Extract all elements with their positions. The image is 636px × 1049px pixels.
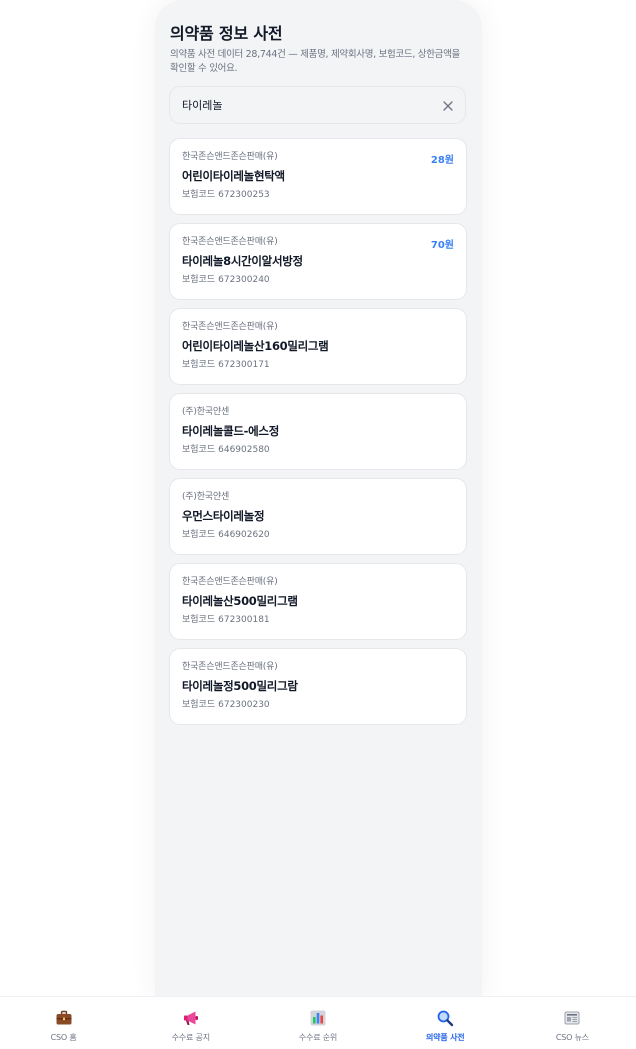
insurance-code: 672300181 xyxy=(218,615,270,625)
insurance-code-label: 보험코드 xyxy=(182,700,216,710)
price-badge: 70원 xyxy=(430,240,454,251)
nav-label: 수수료 순위 xyxy=(298,1033,338,1042)
result-card[interactable]: (주)한국얀센 타이레놀콜드-에스정 보험코드 646902580 xyxy=(169,393,467,470)
insurance-code: 646902580 xyxy=(218,445,270,455)
newspaper-icon xyxy=(564,1011,580,1025)
drug-name: 어린이타이레놀산160밀리그램 xyxy=(182,339,329,353)
drug-name: 어린이타이레놀현탁액 xyxy=(182,169,285,183)
bar-chart-icon xyxy=(310,1010,326,1026)
drug-name: 타이레놀8시간이알서방정 xyxy=(182,254,303,268)
insurance-code: 672300240 xyxy=(218,275,270,285)
clear-search-button[interactable] xyxy=(441,98,455,112)
insurance-code-label: 보험코드 xyxy=(182,445,216,455)
manufacturer-name: 한국존슨앤드존슨판매(유) xyxy=(182,662,278,672)
nav-item-commission-ranking[interactable]: 수수료 순위 xyxy=(254,997,381,1049)
result-card[interactable]: (주)한국얀센 우먼스타이레놀정 보험코드 646902620 xyxy=(169,478,467,555)
drug-name: 타이레놀정500밀리그람 xyxy=(182,679,298,693)
result-card[interactable]: 한국존슨앤드존슨판매(유) 타이레놀산500밀리그램 보험코드 672300181 xyxy=(169,563,467,640)
result-card[interactable]: 한국존슨앤드존슨판매(유) 70원 타이레놀8시간이알서방정 보험코드 67230… xyxy=(169,223,467,300)
magnifier-icon xyxy=(437,1010,454,1027)
nav-item-cso-home[interactable]: CSO 홈 xyxy=(0,997,127,1049)
manufacturer-name: 한국존슨앤드존슨판매(유) xyxy=(182,152,278,162)
page-title: 의약품 정보 사전 xyxy=(170,24,283,43)
nav-label: 의약품 사전 xyxy=(426,1033,465,1042)
drug-name: 타이레놀산500밀리그램 xyxy=(182,594,298,608)
nav-label: CSO 뉴스 xyxy=(555,1033,589,1042)
insurance-code-label: 보험코드 xyxy=(182,360,216,370)
insurance-code-label: 보험코드 xyxy=(182,275,216,285)
drug-name: 우먼스타이레놀정 xyxy=(182,509,265,523)
nav-item-commission-notice[interactable]: 수수료 공지 xyxy=(127,997,254,1049)
result-list: 한국존슨앤드존슨판매(유) 28원 어린이타이레놀현탁액 보험코드 6723002… xyxy=(169,138,467,733)
insurance-code: 672300253 xyxy=(218,190,270,200)
insurance-code: 672300171 xyxy=(218,360,270,370)
manufacturer-name: 한국존슨앤드존슨판매(유) xyxy=(182,577,278,587)
bottom-nav: CSO 홈 수수료 공지 수수료 순위 의약품 사전 CSO 뉴스 xyxy=(0,996,636,1049)
manufacturer-name: (주)한국얀센 xyxy=(182,407,230,417)
briefcase-icon xyxy=(56,1010,72,1025)
insurance-code-label: 보험코드 xyxy=(182,530,216,540)
insurance-code-label: 보험코드 xyxy=(182,615,216,625)
search-box xyxy=(169,86,466,124)
close-icon xyxy=(443,101,453,111)
nav-item-cso-news[interactable]: CSO 뉴스 xyxy=(509,997,636,1049)
result-card[interactable]: 한국존슨앤드존슨판매(유) 타이레놀정500밀리그람 보험코드 672300230 xyxy=(169,648,467,725)
manufacturer-name: (주)한국얀센 xyxy=(182,492,230,502)
nav-label: CSO 홈 xyxy=(50,1033,77,1042)
page-description: 의약품 사전 데이터 28,744건 — 제품명, 제약회사명, 보험코드, 상… xyxy=(170,49,460,74)
result-card[interactable]: 한국존슨앤드존슨판매(유) 어린이타이레놀산160밀리그램 보험코드 672300… xyxy=(169,308,467,385)
price-badge: 28원 xyxy=(430,155,454,166)
app-screen: 의약품 정보 사전 의약품 사전 데이터 28,744건 — 제품명, 제약회사… xyxy=(155,0,482,1000)
insurance-code: 672300230 xyxy=(218,700,270,710)
manufacturer-name: 한국존슨앤드존슨판매(유) xyxy=(182,322,278,332)
insurance-code-label: 보험코드 xyxy=(182,190,216,200)
result-card[interactable]: 한국존슨앤드존슨판매(유) 28원 어린이타이레놀현탁액 보험코드 6723002… xyxy=(169,138,467,215)
nav-item-drug-dictionary[interactable]: 의약품 사전 xyxy=(382,997,509,1049)
drug-name: 타이레놀콜드-에스정 xyxy=(182,424,279,438)
insurance-code: 646902620 xyxy=(218,530,270,540)
megaphone-icon xyxy=(183,1011,198,1025)
nav-label: 수수료 공지 xyxy=(171,1033,210,1042)
search-input[interactable] xyxy=(182,87,432,123)
manufacturer-name: 한국존슨앤드존슨판매(유) xyxy=(182,237,278,247)
